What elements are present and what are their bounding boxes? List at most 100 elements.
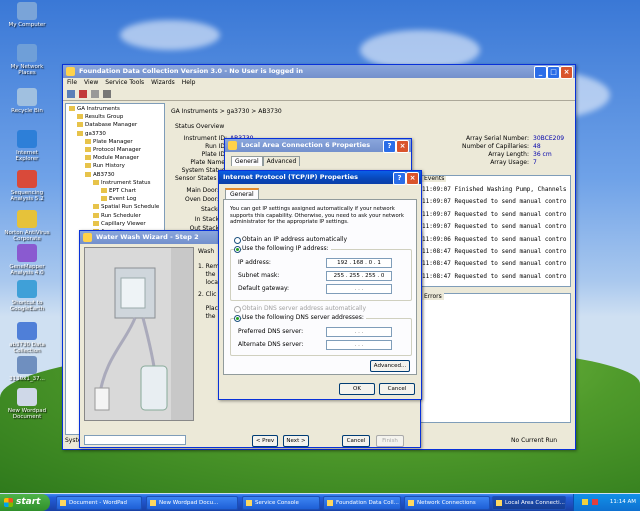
taskbar-button-label: Document - WordPad [69, 500, 128, 506]
desktop-shortcut-icon [17, 280, 37, 298]
tree-node[interactable]: EPT Chart [101, 188, 136, 194]
tree-node[interactable]: Event Log [101, 196, 136, 202]
close-button[interactable]: × [406, 172, 419, 185]
tree-node[interactable]: ga3730 [77, 130, 106, 137]
tray-icon[interactable] [582, 499, 588, 505]
start-button[interactable]: start [0, 494, 50, 511]
default-gateway-input[interactable]: . . . [326, 284, 392, 294]
alternate-dns-input[interactable]: . . . [326, 340, 392, 350]
lan-tab[interactable]: Advanced [262, 156, 301, 166]
toolbar-icon[interactable] [103, 90, 111, 98]
menu-item[interactable]: Wizards [151, 79, 175, 86]
desktop-icon[interactable]: 3130x1_37... [4, 356, 50, 382]
wizard-instruction-text: loca [198, 279, 218, 286]
close-button[interactable]: × [396, 140, 409, 153]
tree-node[interactable]: GA Instruments [69, 106, 120, 112]
tree-node[interactable]: Results Group [77, 114, 123, 120]
use-following-ip-radio[interactable] [234, 246, 241, 253]
tree-node-label: Database Manager [85, 122, 138, 129]
tree-node[interactable]: Spatial Run Schedule [93, 204, 159, 210]
desktop-icon[interactable]: Shortcut to GoogleEarth [4, 280, 50, 312]
desktop-icon[interactable]: Norton AntiVirus Corporate [4, 210, 50, 242]
menu-item[interactable]: View [84, 79, 98, 86]
maximize-button[interactable]: □ [547, 66, 560, 79]
next-button[interactable]: Next > [283, 435, 309, 447]
desktop-icon[interactable]: My Network Places [4, 44, 50, 76]
help-button[interactable]: ? [383, 140, 396, 153]
wizard-instruction-text: the [198, 271, 216, 278]
tcpip-properties-dialog: Internet Protocol (TCP/IP) Properties ? … [218, 170, 422, 400]
tree-node-label: Spatial Run Schedule [101, 204, 160, 211]
desktop-icon[interactable]: Sequencing Analysis 5.2 [4, 170, 50, 202]
close-button[interactable]: × [560, 66, 573, 79]
use-following-dns-label[interactable]: Use the following DNS server addresses: [242, 314, 366, 321]
tree-node[interactable]: Plate Manager [85, 138, 133, 145]
breadcrumb: GA Instruments > ga3730 > AB3730 [171, 108, 282, 115]
use-following-dns-radio[interactable] [234, 315, 241, 322]
obtain-dns-auto-label[interactable]: Obtain DNS server address automatically [242, 305, 366, 312]
main-window-title: Foundation Data Collection Version 3.0 -… [79, 67, 304, 75]
prev-button[interactable]: < Prev [252, 435, 278, 447]
tcpip-dialog-titlebar[interactable]: Internet Protocol (TCP/IP) Properties ? … [219, 171, 421, 185]
toolbar-icon[interactable] [79, 90, 87, 98]
help-button[interactable]: ? [393, 172, 406, 185]
desktop-shortcut-icon [17, 2, 37, 20]
menu-item[interactable]: File [67, 79, 77, 86]
folder-icon [93, 204, 99, 210]
tree-node-label: GA Instruments [77, 106, 120, 112]
lan-tabs: General Advanced [231, 156, 301, 166]
clock[interactable]: 11:14 AM [610, 494, 636, 511]
advanced-button[interactable]: Advanced... [370, 360, 410, 372]
toolbar-icon[interactable] [91, 90, 99, 98]
minimize-button[interactable]: _ [534, 66, 547, 79]
taskbar-button[interactable]: New Wordpad Docu... [146, 496, 238, 510]
ip-address-input[interactable]: 192 . 168 . 0 . 1 [326, 258, 392, 268]
menu-item[interactable]: Service Tools [105, 79, 144, 86]
cancel-button[interactable]: Cancel [342, 435, 370, 447]
desktop-shortcut-icon [17, 356, 37, 374]
tree-node[interactable]: AB3730 [85, 171, 115, 178]
subnet-mask-input[interactable]: 255 . 255 . 255 . 0 [326, 271, 392, 281]
desktop-icon[interactable]: My Computer [4, 2, 50, 28]
tray-icon[interactable] [592, 499, 598, 505]
desktop-icon[interactable]: New Wordpad Document [4, 388, 50, 420]
use-following-ip-label[interactable]: Use the following IP address: [242, 245, 331, 252]
cancel-button[interactable]: Cancel [379, 383, 415, 395]
main-window-titlebar[interactable]: Foundation Data Collection Version 3.0 -… [63, 65, 575, 79]
tree-node-label: Module Manager [93, 155, 139, 162]
ip-address-label: IP address: [238, 259, 271, 266]
obtain-ip-auto-radio[interactable] [234, 237, 241, 244]
taskbar-button[interactable]: Foundation Data Coll... [323, 496, 401, 510]
desktop-icon[interactable]: Internet Explorer [4, 130, 50, 162]
tree-node[interactable]: Module Manager [85, 155, 139, 161]
wizard-instruction-text: Wash [198, 248, 215, 255]
taskbar-button[interactable]: Document - WordPad [56, 496, 142, 510]
desktop-icon-label: ab3730 Data Collection [9, 342, 45, 354]
tree-node[interactable]: Instrument Status [93, 179, 151, 186]
lan-tab[interactable]: General [231, 156, 263, 166]
taskbar-button[interactable]: Local Area Connecti... [492, 496, 566, 510]
tree-node[interactable]: Run Scheduler [93, 212, 141, 219]
taskbar-button[interactable]: Service Console [242, 496, 320, 510]
finish-button[interactable]: Finish [376, 435, 404, 447]
desktop-icon[interactable]: Recycle Bin [4, 88, 50, 114]
obtain-ip-auto-label[interactable]: Obtain an IP address automatically [242, 236, 347, 243]
tab-general[interactable]: General [225, 188, 259, 199]
tree-node[interactable]: Capillary Viewer [93, 220, 146, 227]
toolbar-icon[interactable] [67, 90, 75, 98]
lan-dialog-titlebar[interactable]: Local Area Connection 6 Properties ? × [225, 139, 411, 153]
tree-node-label: AB3730 [93, 171, 115, 178]
tree-node[interactable]: Protocol Manager [85, 147, 141, 153]
tree-node[interactable]: Run History [85, 163, 125, 169]
tree-node[interactable]: Database Manager [77, 122, 137, 128]
desktop-shortcut-icon [17, 88, 37, 106]
desktop-icon[interactable]: ab3730 Data Collection [4, 322, 50, 354]
menu-item[interactable]: Help [182, 79, 196, 86]
desktop-icon[interactable]: GeneMapper Analysis 4.0 [4, 244, 50, 276]
taskbar-button[interactable]: Network Connections [404, 496, 490, 510]
obtain-dns-auto-radio[interactable] [234, 306, 241, 313]
preferred-dns-input[interactable]: . . . [326, 327, 392, 337]
array-field-label: Array Serial Number: [466, 135, 529, 142]
ok-button[interactable]: OK [339, 383, 375, 395]
sensor-label: Main Door: [186, 187, 219, 194]
